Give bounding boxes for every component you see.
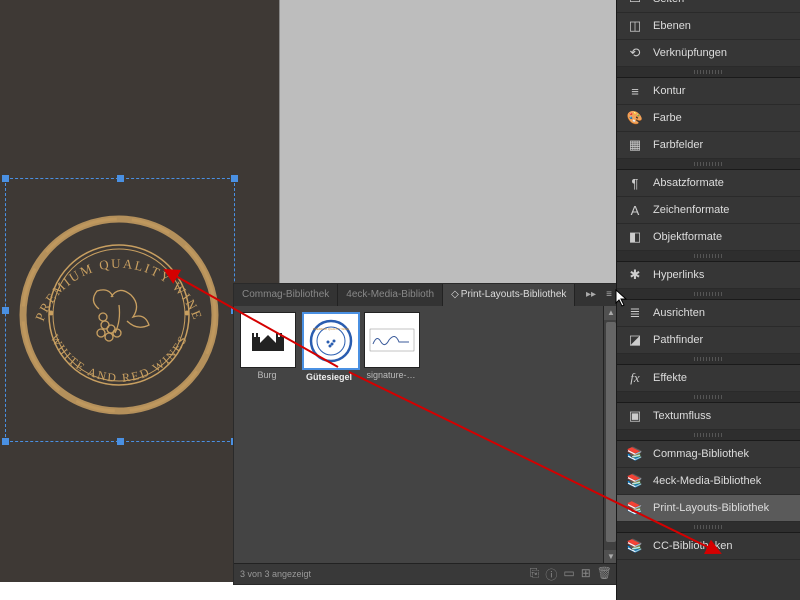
panel-separator bbox=[617, 251, 800, 262]
panel-label: Ausrichten bbox=[653, 307, 705, 319]
library-info-icon[interactable]: ⓘ bbox=[545, 566, 557, 583]
library-tab-bar: Commag-Bibliothek 4eck-Media-Biblioth ◇P… bbox=[234, 284, 618, 306]
fx-icon: fx bbox=[627, 370, 643, 386]
library-tab-commag[interactable]: Commag-Bibliothek bbox=[234, 284, 338, 306]
panel-row-objektformate[interactable]: ◧ Objektformate bbox=[617, 224, 800, 251]
lib-icon: 📚 bbox=[627, 446, 643, 462]
library-new-icon[interactable]: ⊞ bbox=[581, 566, 591, 583]
library-tab-4eck[interactable]: 4eck-Media-Biblioth bbox=[338, 284, 443, 306]
panel-row-farbe[interactable]: 🎨 Farbe bbox=[617, 105, 800, 132]
panel-row-kontur[interactable]: ≡ Kontur bbox=[617, 78, 800, 105]
panel-label: 4eck-Media-Bibliothek bbox=[653, 475, 761, 487]
hyper-icon: ✱ bbox=[627, 267, 643, 283]
kontur-icon: ≡ bbox=[627, 83, 643, 99]
selection-handle-nw[interactable] bbox=[2, 175, 9, 182]
library-label-burg: Burg bbox=[240, 370, 294, 380]
panel-row-ebenen[interactable]: ◫ Ebenen bbox=[617, 13, 800, 40]
lib-icon: 📚 bbox=[627, 500, 643, 516]
library-item-guetesiegel[interactable]: PREMIUM QUALITY WINE Gütesiegel bbox=[302, 312, 356, 382]
mouse-cursor bbox=[615, 289, 629, 307]
panel-row-textumfluss[interactable]: ▣ Textumfluss bbox=[617, 403, 800, 430]
panel-label: Seiten bbox=[653, 0, 684, 5]
library-link-icon[interactable]: ⎘ bbox=[530, 566, 540, 583]
selection-handle-sw[interactable] bbox=[2, 438, 9, 445]
panel-label: Effekte bbox=[653, 372, 687, 384]
panel-row-print-layouts-bibliothek[interactable]: 📚 Print-Layouts-Bibliothek bbox=[617, 495, 800, 522]
library-content: Burg PREMIUM QUALITY WINE Gütesiegel sig… bbox=[234, 306, 618, 388]
library-trash-icon[interactable]: 🗑 bbox=[597, 566, 612, 583]
panel-label: Farbe bbox=[653, 112, 682, 124]
panel-row-4eck-media-bibliothek[interactable]: 📚 4eck-Media-Bibliothek bbox=[617, 468, 800, 495]
selection-handle-ne[interactable] bbox=[231, 175, 238, 182]
panel-separator bbox=[617, 289, 800, 300]
library-label-signature: signature-… bbox=[364, 370, 418, 380]
panel-separator bbox=[617, 392, 800, 403]
para-icon: ¶ bbox=[627, 175, 643, 191]
textwrap-icon: ▣ bbox=[627, 408, 643, 424]
seiten-icon: ▭ bbox=[627, 0, 643, 7]
panel-separator bbox=[617, 430, 800, 441]
panel-row-verkn-pfungen[interactable]: ⟲ Verknüpfungen bbox=[617, 40, 800, 67]
library-label-guetesiegel: Gütesiegel bbox=[302, 372, 356, 382]
links-icon: ⟲ bbox=[627, 45, 643, 61]
panel-row-pathfinder[interactable]: ◪ Pathfinder bbox=[617, 327, 800, 354]
scrollbar-thumb[interactable] bbox=[606, 322, 616, 542]
panel-row-seiten[interactable]: ▭ Seiten bbox=[617, 0, 800, 13]
panel-separator bbox=[617, 67, 800, 78]
panel-label: Absatzformate bbox=[653, 177, 724, 189]
panel-row-cc-bibliotheken[interactable]: 📚 CC-Bibliotheken bbox=[617, 533, 800, 560]
library-snippet-icon[interactable]: ▭ bbox=[563, 566, 574, 583]
library-footer: 3 von 3 angezeigt ⎘ ⓘ ▭ ⊞ 🗑 bbox=[234, 563, 618, 584]
selection-handle-n[interactable] bbox=[117, 175, 124, 182]
svg-text:PREMIUM QUALITY WINE: PREMIUM QUALITY WINE bbox=[313, 327, 349, 331]
panel-label: Kontur bbox=[653, 85, 685, 97]
library-status-text: 3 von 3 angezeigt bbox=[240, 569, 311, 579]
library-thumb-guetesiegel: PREMIUM QUALITY WINE bbox=[302, 312, 360, 370]
panel-label: Zeichenformate bbox=[653, 204, 729, 216]
panel-label: Textumfluss bbox=[653, 410, 711, 422]
panel-label: Hyperlinks bbox=[653, 269, 704, 281]
ebenen-icon: ◫ bbox=[627, 18, 643, 34]
library-item-signature[interactable]: signature-… bbox=[364, 312, 418, 382]
library-panel[interactable]: Commag-Bibliothek 4eck-Media-Biblioth ◇P… bbox=[233, 283, 619, 585]
pathfinder-icon: ◪ bbox=[627, 332, 643, 348]
library-collapse-button[interactable]: ▸▸ bbox=[582, 284, 600, 306]
swatches-icon: ▦ bbox=[627, 137, 643, 153]
panel-row-commag-bibliothek[interactable]: 📚 Commag-Bibliothek bbox=[617, 441, 800, 468]
cclib-icon: 📚 bbox=[627, 538, 643, 554]
panel-label: CC-Bibliotheken bbox=[653, 540, 732, 552]
panel-label: Farbfelder bbox=[653, 139, 703, 151]
panel-row-farbfelder[interactable]: ▦ Farbfelder bbox=[617, 132, 800, 159]
selection-handle-w[interactable] bbox=[2, 307, 9, 314]
panel-label: Print-Layouts-Bibliothek bbox=[653, 502, 769, 514]
panel-label: Pathfinder bbox=[653, 334, 703, 346]
panel-label: Commag-Bibliothek bbox=[653, 448, 749, 460]
selection-bounding-box[interactable] bbox=[5, 178, 235, 442]
library-tab-print-layouts[interactable]: ◇Print-Layouts-Bibliothek bbox=[443, 284, 575, 306]
align-icon: ≣ bbox=[627, 305, 643, 321]
panel-row-absatzformate[interactable]: ¶ Absatzformate bbox=[617, 170, 800, 197]
lib-icon: 📚 bbox=[627, 473, 643, 489]
panel-label: Verknüpfungen bbox=[653, 47, 727, 59]
panel-row-zeichenformate[interactable]: A Zeichenformate bbox=[617, 197, 800, 224]
panel-label: Ebenen bbox=[653, 20, 691, 32]
char-icon: A bbox=[627, 202, 643, 218]
library-item-burg[interactable]: Burg bbox=[240, 312, 294, 382]
panel-label: Objektformate bbox=[653, 231, 722, 243]
panel-separator bbox=[617, 159, 800, 170]
panel-separator bbox=[617, 354, 800, 365]
panel-row-hyperlinks[interactable]: ✱ Hyperlinks bbox=[617, 262, 800, 289]
obj-icon: ◧ bbox=[627, 229, 643, 245]
library-thumb-burg bbox=[240, 312, 296, 368]
panel-row-ausrichten[interactable]: ≣ Ausrichten bbox=[617, 300, 800, 327]
farbe-icon: 🎨 bbox=[627, 110, 643, 126]
document-page-light bbox=[279, 0, 618, 286]
panel-separator bbox=[617, 522, 800, 533]
library-thumb-signature bbox=[364, 312, 420, 368]
panel-row-effekte[interactable]: fx Effekte bbox=[617, 365, 800, 392]
right-panel-dock: ▭ Seiten ◫ Ebenen ⟲ Verknüpfungen ≡ Kontur 🎨 Farb… bbox=[616, 0, 800, 600]
selection-handle-s[interactable] bbox=[117, 438, 124, 445]
